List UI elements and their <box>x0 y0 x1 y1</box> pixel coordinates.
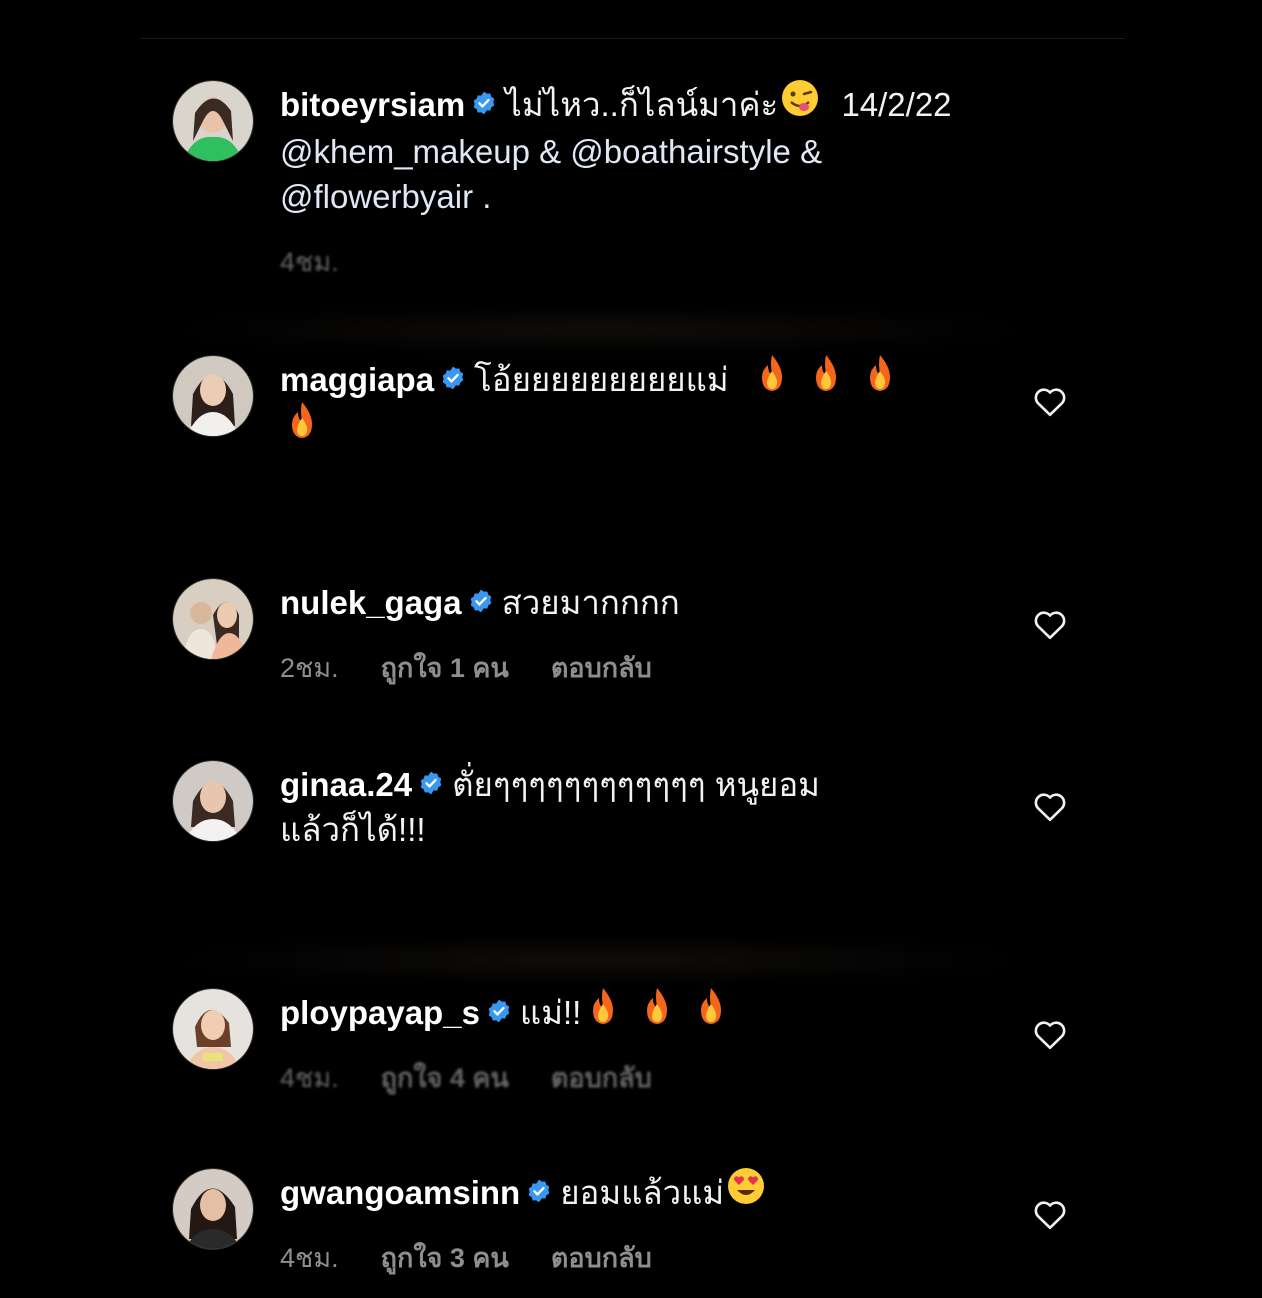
background-smear <box>150 310 1050 350</box>
likes-count-link[interactable]: ถูกใจ 4 คน <box>381 1063 509 1093</box>
emoji-wink-tongue <box>780 78 820 129</box>
fire-emoji <box>691 986 731 1037</box>
comment-text: สวยมากกกก <box>501 584 680 621</box>
comment-date: 14/2/22 <box>841 86 952 123</box>
comment-time: 4ชม. <box>280 1243 339 1273</box>
comment-meta: 4ชม. <box>280 240 381 283</box>
comment-text: ไม่ไหว..ก็ไลน์มาค่ะ <box>505 86 779 123</box>
comment-meta: 4ชม. ถูกใจ 4 คน ตอบกลับ <box>280 1056 694 1099</box>
comment-text-continued: แล้วก็ได้!!! <box>280 811 426 848</box>
verified-badge-icon <box>471 82 497 127</box>
fire-emoji <box>860 353 900 404</box>
like-heart-icon[interactable] <box>1032 385 1068 417</box>
comment-time: 2ชม. <box>280 653 339 683</box>
verified-badge-icon <box>526 1170 552 1215</box>
likes-count-link[interactable]: ถูกใจ 1 คน <box>381 653 509 683</box>
comment-mentions[interactable]: @flowerbyair . <box>280 178 491 215</box>
comment-text: โอ้ยยยยยยยยยแม่ <box>474 361 729 398</box>
fire-emoji <box>637 986 677 1037</box>
reply-button[interactable]: ตอบกลับ <box>551 1243 652 1273</box>
username[interactable]: maggiapa <box>280 361 434 398</box>
comment-body: ploypayap_s แม่!! <box>280 987 980 1037</box>
like-heart-icon[interactable] <box>1032 1018 1068 1050</box>
comment-body: gwangoamsinn ยอมแล้วแม่ <box>280 1167 980 1217</box>
top-divider <box>140 38 1125 39</box>
comment-body: bitoeyrsiam ไม่ไหว..ก็ไลน์มาค่ะ 14/2/22 @… <box>280 79 980 219</box>
like-heart-icon[interactable] <box>1032 608 1068 640</box>
comment-body: nulek_gaga สวยมากกกก <box>280 580 980 625</box>
comment-text: แม่!! <box>519 994 582 1031</box>
fire-emoji <box>282 400 322 451</box>
avatar[interactable] <box>172 760 254 842</box>
avatar[interactable] <box>172 1168 254 1250</box>
comment-text: ตั่ยๆๆๆๆๆๆๆๆๆๆๆๆ หนูยอม <box>452 766 820 803</box>
comment-meta: 4ชม. ถูกใจ 3 คน ตอบกลับ <box>280 1236 694 1279</box>
verified-badge-icon <box>468 580 494 625</box>
comment-meta: 2ชม. ถูกใจ 1 คน ตอบกลับ <box>280 646 694 689</box>
reply-button[interactable]: ตอบกลับ <box>551 653 652 683</box>
comment-time: 4ชม. <box>280 247 339 277</box>
reply-button[interactable]: ตอบกลับ <box>551 1063 652 1093</box>
verified-badge-icon <box>486 990 512 1035</box>
likes-count-link[interactable]: ถูกใจ 3 คน <box>381 1243 509 1273</box>
comment-body: maggiapa โอ้ยยยยยยยยยแม่ <box>280 354 980 451</box>
verified-badge-icon <box>440 357 466 402</box>
username[interactable]: bitoeyrsiam <box>280 86 465 123</box>
username[interactable]: ginaa.24 <box>280 766 412 803</box>
comment-body: ginaa.24 ตั่ยๆๆๆๆๆๆๆๆๆๆๆๆ หนูยอม แล้วก็ได… <box>280 762 980 852</box>
background-smear <box>150 940 1050 980</box>
fire-emoji <box>583 986 623 1037</box>
avatar[interactable] <box>172 355 254 437</box>
avatar[interactable] <box>172 80 254 162</box>
like-heart-icon[interactable] <box>1032 1198 1068 1230</box>
heart-eyes-emoji <box>726 1166 766 1217</box>
username[interactable]: nulek_gaga <box>280 584 462 621</box>
username[interactable]: gwangoamsinn <box>280 1174 520 1211</box>
verified-badge-icon <box>418 762 444 807</box>
like-heart-icon[interactable] <box>1032 790 1068 822</box>
comment-time: 4ชม. <box>280 1063 339 1093</box>
fire-emoji <box>806 353 846 404</box>
fire-emoji <box>752 353 792 404</box>
avatar[interactable] <box>172 988 254 1070</box>
comment-mentions[interactable]: @khem_makeup & @boathairstyle & <box>280 133 822 170</box>
comment-text: ยอมแล้วแม่ <box>560 1174 725 1211</box>
username[interactable]: ploypayap_s <box>280 994 480 1031</box>
avatar[interactable] <box>172 578 254 660</box>
